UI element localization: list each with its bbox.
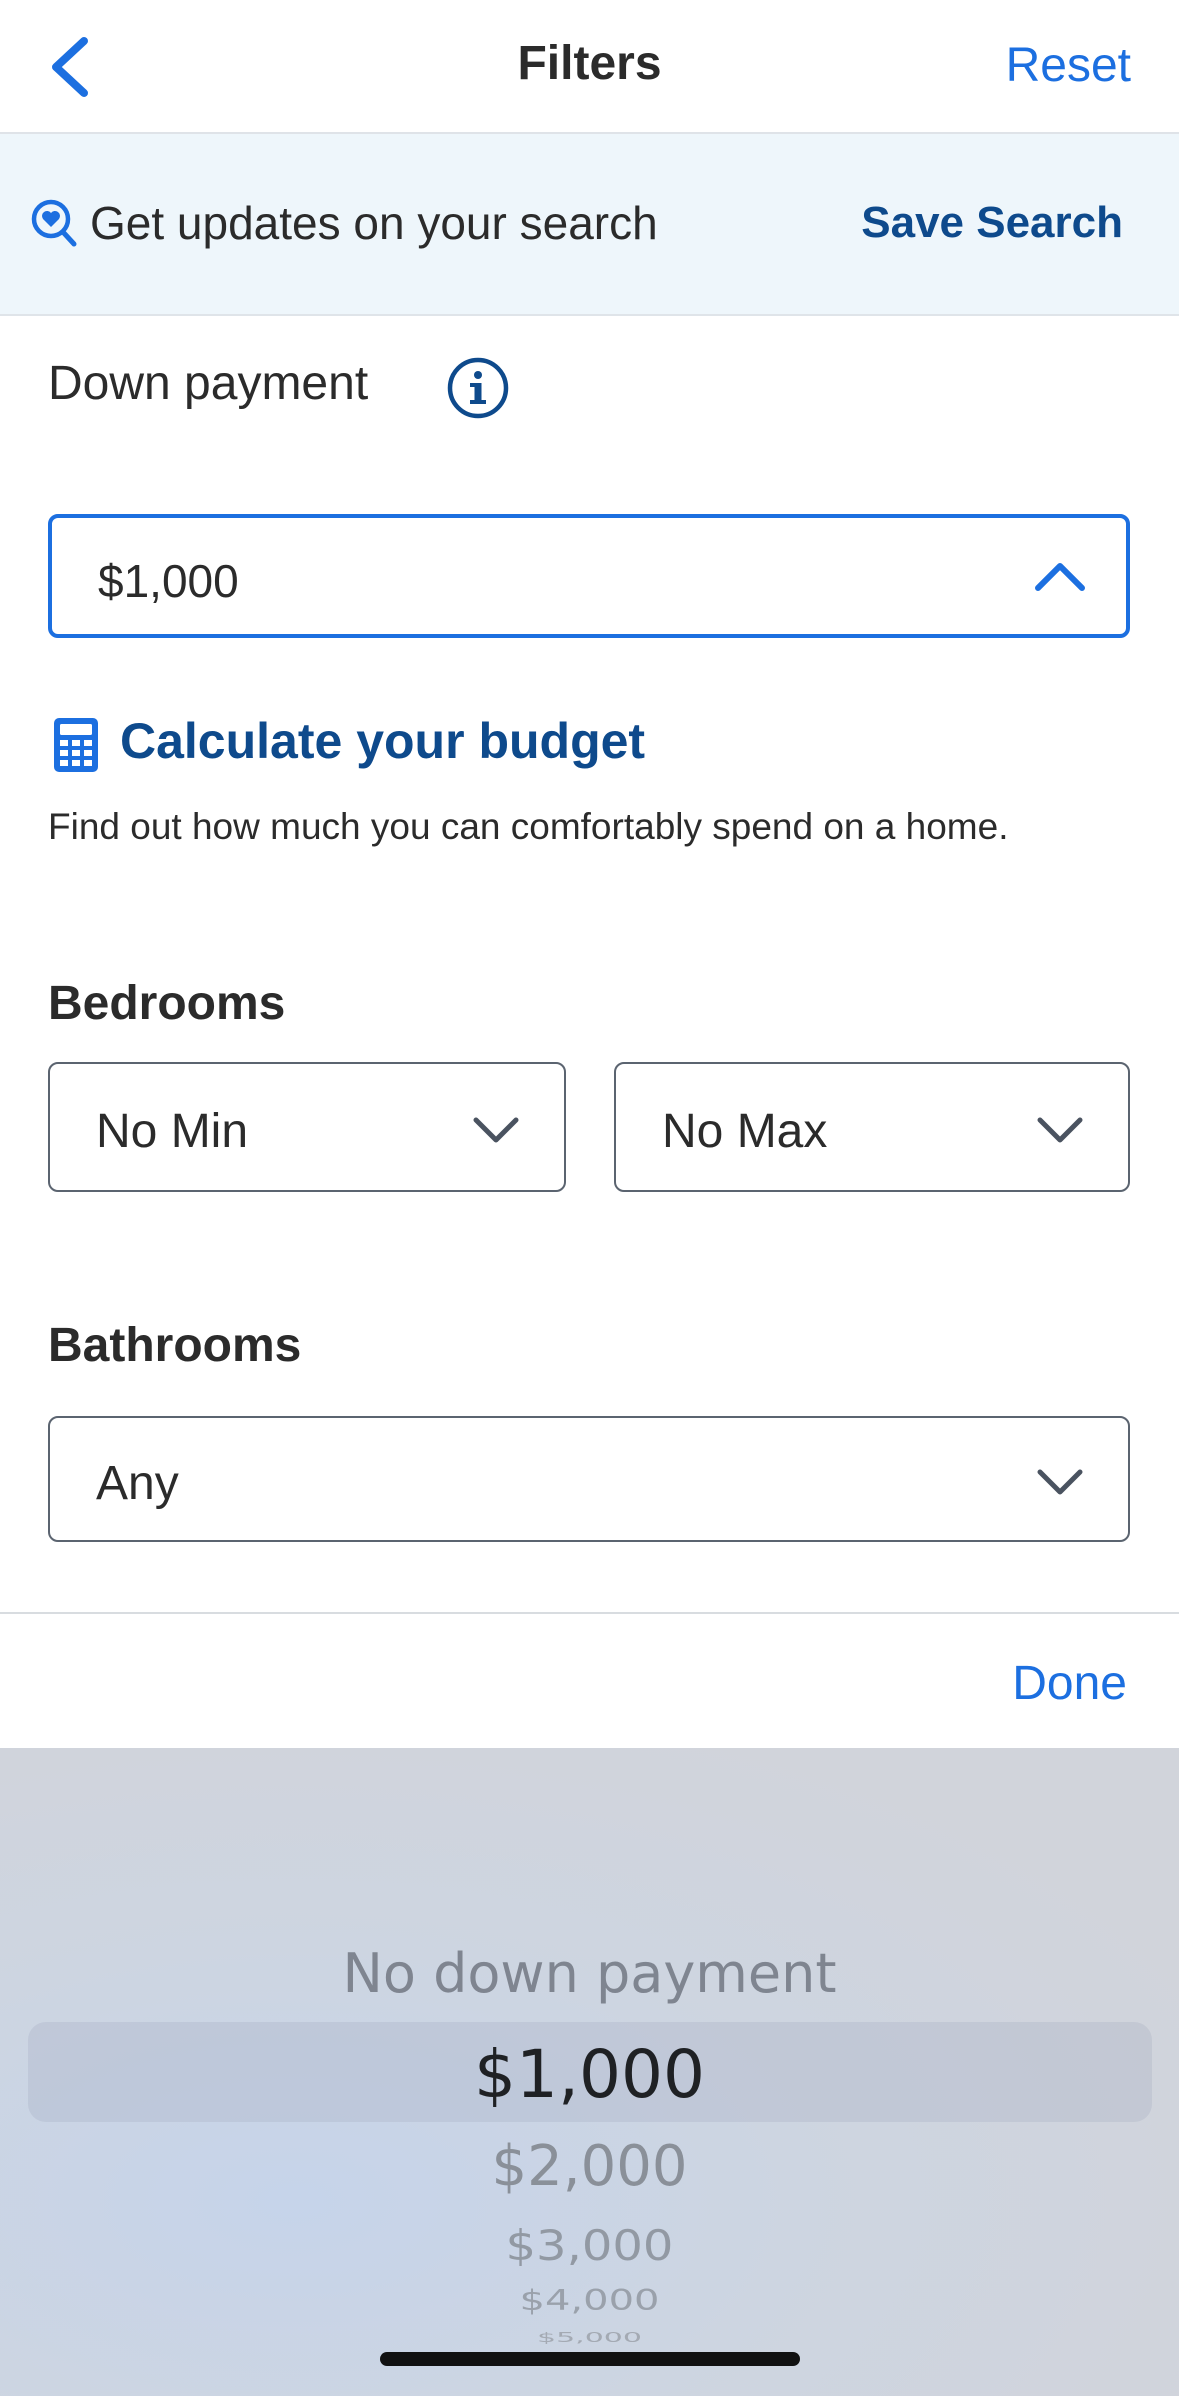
down-payment-select[interactable]: $1,000 xyxy=(48,514,1130,638)
home-indicator[interactable] xyxy=(380,2352,800,2366)
bathrooms-label: Bathrooms xyxy=(48,1319,302,1372)
picker-option[interactable]: $5,000 xyxy=(0,2330,1179,2346)
bathrooms-select[interactable]: Any xyxy=(48,1416,1130,1542)
picker-option[interactable]: $4,000 xyxy=(0,2285,1179,2317)
calculator-icon xyxy=(54,718,98,772)
picker-option[interactable]: $3,000 xyxy=(0,2221,1179,2270)
bedrooms-max-value: No Max xyxy=(662,1105,828,1158)
save-search-button[interactable]: Save Search xyxy=(861,198,1123,248)
picker-toolbar: Done xyxy=(0,1612,1179,1748)
picker-option-selected[interactable]: $1,000 xyxy=(0,2036,1179,2113)
bedrooms-max-select[interactable]: No Max xyxy=(614,1062,1130,1192)
done-button[interactable]: Done xyxy=(1012,1656,1127,1711)
bedrooms-min-value: No Min xyxy=(96,1105,249,1158)
down-payment-picker-wheel[interactable]: No down payment $1,000 $2,000 $3,000 $4,… xyxy=(0,1748,1179,2396)
banner-text: Get updates on your search xyxy=(90,197,658,249)
page-title: Filters xyxy=(517,37,662,90)
chevron-up-icon xyxy=(1035,563,1085,591)
reset-button[interactable]: Reset xyxy=(1006,38,1131,93)
chevron-down-icon xyxy=(1037,1469,1083,1495)
picker-option[interactable]: $2,000 xyxy=(0,2134,1179,2199)
bedrooms-label: Bedrooms xyxy=(48,977,286,1030)
bathrooms-value: Any xyxy=(96,1457,179,1510)
picker-option[interactable]: No down payment xyxy=(0,1942,1179,2005)
info-icon[interactable] xyxy=(446,356,510,420)
search-heart-icon xyxy=(31,199,77,247)
down-payment-label: Down payment xyxy=(48,357,369,410)
nav-header: Filters Reset xyxy=(0,0,1179,134)
chevron-down-icon xyxy=(1037,1117,1083,1143)
chevron-down-icon xyxy=(473,1117,519,1143)
calculate-budget-description: Find out how much you can comfortably sp… xyxy=(48,806,1009,847)
calculate-budget-link[interactable]: Calculate your budget xyxy=(120,712,645,770)
save-search-banner: Get updates on your search Save Search xyxy=(0,134,1179,316)
down-payment-value: $1,000 xyxy=(98,555,239,607)
bedrooms-min-select[interactable]: No Min xyxy=(48,1062,566,1192)
